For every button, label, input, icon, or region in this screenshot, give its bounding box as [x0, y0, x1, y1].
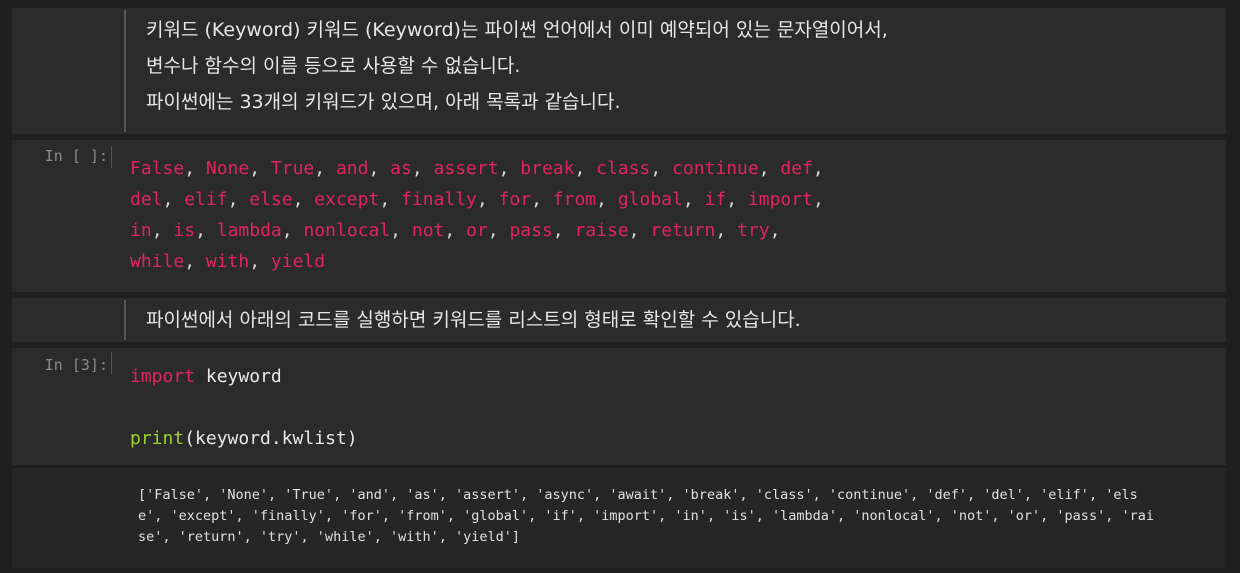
python-keyword: class — [596, 158, 651, 179]
markdown-line: 파이썬에서 아래의 코드를 실행하면 키워드를 리스트의 형태로 확인할 수 있… — [146, 309, 801, 331]
python-keyword: elif — [184, 189, 228, 210]
python-keyword: from — [552, 189, 597, 210]
python-keyword: global — [617, 189, 683, 210]
prompt-separator — [111, 352, 112, 374]
python-keyword: is — [173, 220, 196, 241]
python-keyword: finally — [401, 189, 477, 210]
python-keyword: raise — [574, 220, 629, 241]
code-line[interactable]: while, with, yield — [130, 246, 325, 277]
python-keyword: lambda — [216, 220, 282, 241]
markdown-line-2: 변수나 함수의 이름 등으로 사용할 수 없습니다. — [146, 55, 521, 77]
python-keyword: as — [390, 158, 412, 179]
code-line-print[interactable]: print(keyword.kwlist) — [130, 423, 358, 454]
markdown-line-3: 파이썬에는 33개의 키워드가 있으며, 아래 목록과 같습니다. — [146, 91, 621, 113]
python-keyword: del — [130, 189, 163, 210]
python-keyword: not — [411, 220, 445, 241]
python-keyword: import — [747, 189, 813, 210]
python-keyword: False — [130, 158, 185, 179]
python-keyword: with — [205, 251, 250, 272]
code-line[interactable]: in, is, lambda, nonlocal, not, or, pass,… — [130, 215, 780, 246]
import-keyword: import — [130, 366, 196, 387]
output-line-1: ['False', 'None', 'True', 'and', 'as', '… — [138, 487, 1138, 503]
print-argument: (keyword.kwlist) — [184, 428, 358, 449]
output-line-2: e', 'except', 'finally', 'for', 'from', … — [138, 508, 1154, 524]
module-name: keyword — [205, 366, 282, 387]
python-keyword: or — [466, 220, 488, 241]
markdown-quote-bar — [124, 300, 126, 340]
python-keyword: nonlocal — [303, 220, 391, 241]
python-keyword: for — [498, 189, 532, 210]
python-keyword: except — [314, 189, 380, 210]
code-line-import[interactable]: import keyword — [130, 361, 282, 392]
python-keyword: yield — [270, 251, 326, 272]
code-line[interactable]: False, None, True, and, as, assert, brea… — [130, 153, 824, 184]
python-keyword: return — [650, 220, 716, 241]
python-keyword: else — [249, 189, 293, 210]
markdown-quote-bar — [124, 10, 126, 132]
print-function: print — [130, 428, 185, 449]
markdown-line-1: 키워드 (Keyword) 키워드 (Keyword)는 파이썬 언어에서 이미… — [146, 19, 888, 41]
python-keyword: in — [130, 220, 152, 241]
python-keyword: None — [205, 158, 250, 179]
python-keyword: if — [704, 189, 727, 210]
python-keyword: pass — [509, 220, 553, 241]
python-keyword: and — [335, 158, 369, 179]
python-keyword: continue — [672, 158, 759, 179]
python-keyword: assert — [433, 158, 499, 179]
python-keyword: True — [270, 158, 315, 179]
code-line[interactable]: del, elif, else, except, finally, for, f… — [130, 184, 824, 215]
python-keyword: def — [780, 158, 813, 179]
python-keyword: try — [737, 220, 770, 241]
python-keyword: while — [130, 251, 185, 272]
python-keyword: break — [520, 158, 575, 179]
cell-prompt: In [3]: — [44, 356, 108, 374]
cell-prompt: In [ ]: — [44, 147, 108, 165]
prompt-separator — [111, 146, 112, 168]
output-line-3: se', 'return', 'try', 'while', 'with', '… — [138, 529, 521, 545]
